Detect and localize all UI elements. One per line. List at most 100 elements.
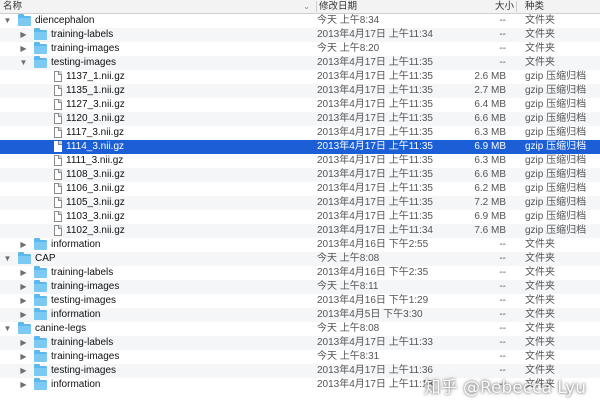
item-date: 今天 上午8:11 — [317, 281, 379, 292]
item-size: -- — [499, 281, 506, 292]
column-header-kind[interactable]: 种类 — [517, 0, 600, 13]
item-kind: gzip 压缩归档 — [525, 211, 587, 222]
file-row[interactable]: 1117_3.nii.gz 2013年4月17日 上午11:35 6.3 MB gzi… — [0, 126, 600, 140]
folder-row[interactable]: ▼ diencephalon 今天 上午8:34 -- 文件夹 — [0, 14, 600, 28]
item-name: information — [51, 239, 101, 250]
item-kind: 文件夹 — [525, 323, 555, 334]
column-header-kind-label: 种类 — [525, 1, 545, 12]
triangle-down-icon[interactable]: ▼ — [3, 14, 12, 28]
item-date: 2013年4月17日 上午11:35 — [317, 197, 433, 208]
triangle-right-icon[interactable]: ▶ — [19, 280, 28, 294]
item-date: 2013年4月17日 上午11:35 — [317, 99, 433, 110]
item-name: 1137_1.nii.gz — [66, 71, 125, 82]
triangle-right-icon[interactable]: ▶ — [19, 364, 28, 378]
item-kind: 文件夹 — [525, 281, 555, 292]
item-kind: gzip 压缩归档 — [525, 85, 587, 96]
item-name: 1114_3.nii.gz — [66, 141, 125, 152]
folder-row[interactable]: ▶ training-labels 2013年4月17日 上午11:34 -- 文件夹 — [0, 28, 600, 42]
item-size: 7.2 MB — [474, 197, 506, 208]
folder-row[interactable]: ▶ testing-images 2013年4月16日 下午1:29 -- 文件夹 — [0, 294, 600, 308]
item-size: -- — [499, 239, 506, 250]
document-icon — [54, 211, 62, 222]
file-row[interactable]: 1114_3.nii.gz 2013年4月17日 上午11:35 6.9 MB gzi… — [0, 140, 600, 154]
triangle-right-icon[interactable]: ▶ — [19, 378, 28, 392]
folder-icon — [34, 238, 47, 250]
folder-row[interactable]: ▶ training-images 今天 上午8:31 -- 文件夹 — [0, 350, 600, 364]
file-list: ▼ diencephalon 今天 上午8:34 -- 文件夹 ▶ training-lab… — [0, 14, 600, 392]
document-icon — [54, 225, 62, 236]
item-size: 6.2 MB — [474, 183, 506, 194]
folder-icon — [34, 378, 47, 390]
folder-row[interactable]: ▶ information 2013年4月5日 下午3:30 -- 文件夹 — [0, 308, 600, 322]
item-kind: gzip 压缩归档 — [525, 225, 587, 236]
item-kind: gzip 压缩归档 — [525, 197, 587, 208]
item-date: 2013年4月17日 上午11:18 — [317, 379, 433, 390]
folder-row[interactable]: ▼ testing-images 2013年4月17日 上午11:35 -- 文件夹 — [0, 56, 600, 70]
item-date: 2013年4月17日 上午11:34 — [317, 225, 433, 236]
document-icon — [54, 183, 62, 194]
document-icon — [54, 113, 62, 124]
folder-row[interactable]: ▶ training-labels 2013年4月17日 上午11:33 -- 文件夹 — [0, 336, 600, 350]
item-name: information — [51, 309, 101, 320]
item-date: 2013年4月17日 上午11:33 — [317, 337, 433, 348]
document-icon — [54, 99, 62, 110]
column-header-size[interactable]: 大小 — [460, 0, 514, 13]
triangle-right-icon[interactable]: ▶ — [19, 238, 28, 252]
item-name: diencephalon — [35, 15, 95, 26]
document-icon — [54, 71, 62, 82]
file-row[interactable]: 1105_3.nii.gz 2013年4月17日 上午11:35 7.2 MB gzi… — [0, 196, 600, 210]
item-date: 今天 上午8:31 — [317, 351, 380, 362]
folder-row[interactable]: ▶ training-images 今天 上午8:20 -- 文件夹 — [0, 42, 600, 56]
triangle-down-icon[interactable]: ▼ — [3, 322, 12, 336]
file-row[interactable]: 1108_3.nii.gz 2013年4月17日 上午11:35 6.6 MB gzi… — [0, 168, 600, 182]
document-icon — [54, 197, 62, 208]
triangle-right-icon[interactable]: ▶ — [19, 336, 28, 350]
column-header-name-label: 名称 — [3, 1, 23, 12]
folder-row[interactable]: ▼ canine-legs 今天 上午8:08 -- 文件夹 — [0, 322, 600, 336]
item-name: information — [51, 379, 101, 390]
item-size: -- — [499, 295, 506, 306]
file-row[interactable]: 1120_3.nii.gz 2013年4月17日 上午11:35 6.6 MB gzi… — [0, 112, 600, 126]
folder-icon — [34, 28, 47, 40]
triangle-right-icon[interactable]: ▶ — [19, 266, 28, 280]
file-row[interactable]: 1137_1.nii.gz 2013年4月17日 上午11:35 2.6 MB gzi… — [0, 70, 600, 84]
file-row[interactable]: 1135_1.nii.gz 2013年4月17日 上午11:35 2.7 MB gzi… — [0, 84, 600, 98]
triangle-right-icon[interactable]: ▶ — [19, 28, 28, 42]
item-size: -- — [499, 253, 506, 264]
document-icon — [54, 169, 62, 180]
item-name: 1135_1.nii.gz — [66, 85, 125, 96]
item-kind: 文件夹 — [525, 295, 555, 306]
item-name: testing-images — [51, 295, 117, 306]
item-kind: gzip 压缩归档 — [525, 183, 587, 194]
item-size: -- — [499, 323, 506, 334]
item-size: -- — [499, 29, 506, 40]
file-row[interactable]: 1111_3.nii.gz 2013年4月17日 上午11:35 6.3 MB gzi… — [0, 154, 600, 168]
item-name: 1106_3.nii.gz — [66, 183, 125, 194]
item-size: 7.6 MB — [474, 225, 506, 236]
item-name: CAP — [35, 253, 56, 264]
folder-icon — [34, 294, 47, 306]
item-name: 1117_3.nii.gz — [66, 127, 125, 138]
triangle-right-icon[interactable]: ▶ — [19, 350, 28, 364]
item-kind: gzip 压缩归档 — [525, 113, 587, 124]
triangle-right-icon[interactable]: ▶ — [19, 294, 28, 308]
folder-row[interactable]: ▶ training-labels 2013年4月16日 下午2:35 -- 文件夹 — [0, 266, 600, 280]
item-size: 2.6 MB — [474, 71, 506, 82]
item-name: training-labels — [51, 337, 114, 348]
folder-row[interactable]: ▼ CAP 今天 上午8:08 -- 文件夹 — [0, 252, 600, 266]
column-header: 名称 ⌄ 修改日期 大小 种类 — [0, 0, 600, 14]
folder-row[interactable]: ▶ information 2013年4月16日 下午2:55 -- 文件夹 — [0, 238, 600, 252]
triangle-down-icon[interactable]: ▼ — [3, 252, 12, 266]
folder-row[interactable]: ▶ training-images 今天 上午8:11 -- 文件夹 — [0, 280, 600, 294]
file-row[interactable]: 1103_3.nii.gz 2013年4月17日 上午11:35 6.9 MB gzi… — [0, 210, 600, 224]
file-row[interactable]: 1106_3.nii.gz 2013年4月17日 上午11:35 6.2 MB gzi… — [0, 182, 600, 196]
file-row[interactable]: 1102_3.nii.gz 2013年4月17日 上午11:34 7.6 MB gzi… — [0, 224, 600, 238]
column-header-name[interactable]: 名称 ⌄ — [0, 0, 316, 13]
item-size: 6.3 MB — [474, 127, 506, 138]
file-row[interactable]: 1127_3.nii.gz 2013年4月17日 上午11:35 6.4 MB gzi… — [0, 98, 600, 112]
triangle-right-icon[interactable]: ▶ — [19, 308, 28, 322]
folder-icon — [34, 42, 47, 54]
item-size: -- — [499, 267, 506, 278]
triangle-right-icon[interactable]: ▶ — [19, 42, 28, 56]
triangle-down-icon[interactable]: ▼ — [19, 56, 28, 70]
